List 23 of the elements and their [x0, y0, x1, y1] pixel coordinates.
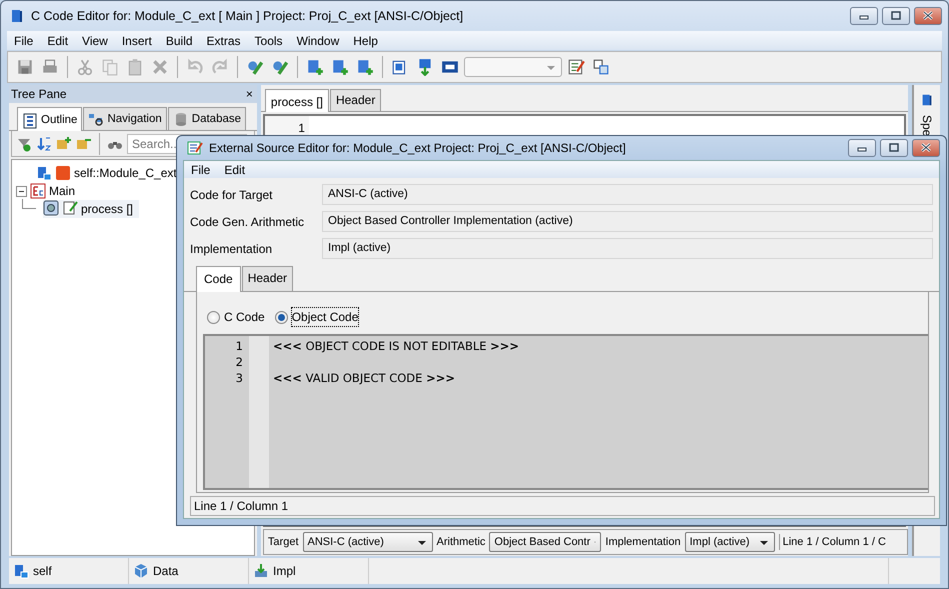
line-number: 1: [297, 120, 305, 137]
code-line: <<< VALID OBJECT CODE >>>: [273, 370, 456, 386]
read-only-field: Object Based Controller Implementation (active): [322, 211, 933, 232]
field-label: Implementation: [605, 534, 681, 550]
window-title: External Source Editor for: Module_C_ext Project: Proj_C_ext [ANSI-C/Object]: [209, 140, 627, 157]
field-label: Implementation: [190, 240, 274, 258]
status-text: Line 1 / Column 1 / C: [778, 534, 886, 550]
status-text: Impl: [273, 563, 296, 580]
code-line: <<< OBJECT CODE IS NOT EDITABLE >>>: [273, 338, 520, 354]
line-number: 1: [234, 338, 243, 354]
field-label: Target: [268, 534, 298, 550]
status-text: self: [33, 563, 52, 580]
read-only-field: ANSI-C (active): [322, 184, 933, 205]
status-text: Line 1 / Column 1: [190, 496, 935, 516]
field-label: Code for Target: [190, 186, 274, 204]
status-text: Data: [153, 563, 178, 580]
field-label: Code Gen. Arithmetic: [190, 214, 306, 230]
window-title: C Code Editor for: Module_C_ext [ Main ] Project: Proj_C_ext [ANSI-C/Object]: [31, 8, 464, 25]
line-number: 2: [234, 354, 243, 370]
read-only-field: Impl (active): [322, 238, 933, 259]
pane-title: Tree Pane: [11, 86, 67, 103]
field-label: Arithmetic: [436, 534, 486, 550]
line-number: 3: [234, 370, 243, 386]
